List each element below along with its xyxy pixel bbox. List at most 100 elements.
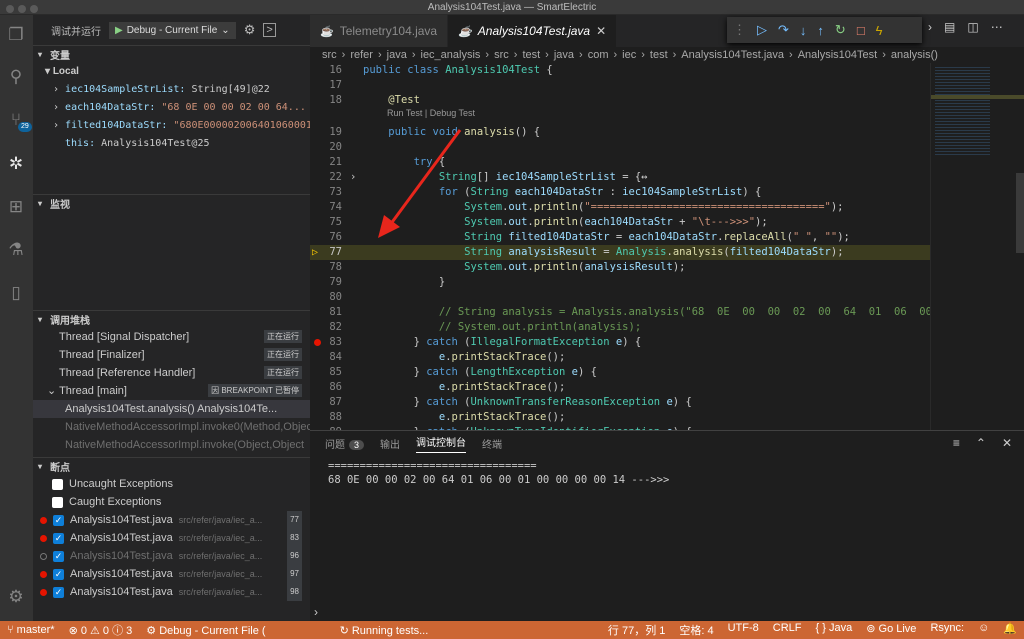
- maximize-panel-icon[interactable]: ⌃: [976, 436, 986, 450]
- tab-debug-console[interactable]: 调试控制台: [416, 434, 467, 453]
- explorer-icon[interactable]: ❐: [4, 23, 28, 47]
- checkbox[interactable]: [52, 496, 63, 508]
- go-live-button[interactable]: ⊚ Go Live: [859, 622, 923, 638]
- code-line[interactable]: 83 } catch (IllegalFormatException e) {: [310, 335, 930, 350]
- breadcrumb-item[interactable]: java: [387, 49, 407, 61]
- callstack-section-header[interactable]: ▾ 调用堆栈: [33, 310, 310, 328]
- thread-item[interactable]: Thread [Reference Handler] 正在运行: [33, 364, 310, 382]
- more-actions-icon[interactable]: ⋯: [991, 20, 1003, 34]
- clear-console-icon[interactable]: ≡: [953, 436, 960, 450]
- tests-status[interactable]: ↻ Running tests...: [333, 624, 436, 637]
- code-line[interactable]: 77 String analysisResult = Analysis.anal…: [310, 245, 930, 260]
- breadcrumb-item[interactable]: test: [650, 49, 668, 61]
- checkbox[interactable]: [52, 478, 63, 490]
- rsync-status[interactable]: Rsync:: [923, 622, 971, 638]
- codelens-run-debug[interactable]: Run Test | Debug Test: [387, 108, 475, 118]
- tab-output[interactable]: 输出: [380, 436, 400, 451]
- close-icon[interactable]: ✕: [596, 24, 606, 38]
- checkbox[interactable]: ✓: [53, 532, 64, 544]
- fold-chevron-icon[interactable]: ›: [350, 170, 356, 185]
- debug-console-icon[interactable]: >: [263, 23, 276, 37]
- debug-icon[interactable]: ✲: [4, 152, 28, 176]
- code-line[interactable]: 84 e.printStackTrace();: [310, 350, 930, 365]
- stack-frame[interactable]: NativeMethodAccessorImpl.invoke0(Method,…: [33, 418, 310, 436]
- chevron-right-icon[interactable]: ›: [53, 102, 65, 113]
- checkbox[interactable]: ✓: [53, 586, 64, 598]
- thread-item[interactable]: Thread [Finalizer] 正在运行: [33, 346, 310, 364]
- tab-terminal[interactable]: 终端: [482, 436, 502, 451]
- variable-item[interactable]: this: Analysis104Test@25: [33, 135, 310, 153]
- hot-code-replace-icon[interactable]: ϟ: [876, 23, 883, 38]
- code-line[interactable]: 80: [310, 290, 930, 305]
- breakpoint-item[interactable]: ✓ Analysis104Test.java src/refer/java/iec_…: [33, 511, 310, 529]
- code-line[interactable]: 81 // String analysis = Analysis.analysi…: [310, 305, 930, 320]
- breakpoint-item[interactable]: ✓ Analysis104Test.java src/refer/java/iec_…: [33, 547, 310, 565]
- breadcrumb-item[interactable]: Analysis104Test.java: [681, 49, 784, 61]
- caught-exceptions-item[interactable]: Caught Exceptions: [33, 493, 310, 511]
- source-control-icon[interactable]: ⑂ 29: [4, 108, 32, 132]
- code-line[interactable]: 18 @Test: [310, 93, 930, 108]
- chevron-right-icon[interactable]: ›: [53, 120, 65, 131]
- code-line[interactable]: 17: [310, 78, 930, 93]
- breadcrumb-item[interactable]: Analysis104Test: [798, 49, 878, 61]
- split-editor-icon[interactable]: ◫: [967, 20, 978, 34]
- stack-frame[interactable]: Analysis104Test.analysis() Analysis104Te…: [33, 400, 310, 418]
- code-line[interactable]: 88 e.printStackTrace();: [310, 410, 930, 425]
- step-out-icon[interactable]: ↑: [817, 23, 824, 38]
- breadcrumb-item[interactable]: java: [554, 49, 574, 61]
- gear-icon[interactable]: ⚙: [4, 585, 28, 609]
- breadcrumb-item[interactable]: analysis(): [891, 49, 938, 61]
- thread-item[interactable]: ⌄ Thread [main] 因 BREAKPOINT 已暂停: [33, 382, 310, 400]
- breakpoint-item[interactable]: ✓ Analysis104Test.java src/refer/java/iec_…: [33, 583, 310, 601]
- drag-handle-icon[interactable]: ⋮: [733, 22, 746, 38]
- stack-frame[interactable]: NativeMethodAccessorImpl.invoke(Object,O…: [33, 436, 310, 454]
- uncaught-exceptions-item[interactable]: Uncaught Exceptions: [33, 475, 310, 493]
- feedback-icon[interactable]: ☺: [971, 622, 996, 638]
- breadcrumb-item[interactable]: com: [588, 49, 609, 61]
- line-ending[interactable]: CRLF: [766, 622, 809, 638]
- breakpoint-item[interactable]: ✓ Analysis104Test.java src/refer/java/iec_…: [33, 529, 310, 547]
- search-icon[interactable]: ⚲: [4, 65, 28, 89]
- code-line[interactable]: 87 } catch (UnknownTransferReasonExcepti…: [310, 395, 930, 410]
- indentation[interactable]: 空格: 4: [672, 622, 720, 638]
- code-line[interactable]: 16 public class Analysis104Test {: [310, 63, 930, 78]
- code-line[interactable]: 86 e.printStackTrace();: [310, 380, 930, 395]
- gear-icon[interactable]: ⚙: [244, 22, 256, 38]
- debug-config-select[interactable]: ▶ Debug - Current File ⌄: [109, 21, 236, 39]
- breadcrumb-item[interactable]: src: [322, 49, 337, 61]
- tab-problems[interactable]: 问题 3: [325, 436, 365, 451]
- breakpoint-item[interactable]: ✓ Analysis104Test.java src/refer/java/iec_…: [33, 565, 310, 583]
- debug-config-status[interactable]: ⚙ Debug - Current File (: [139, 624, 272, 637]
- local-scope[interactable]: ▾ Local: [33, 63, 310, 81]
- extensions-icon[interactable]: ⊞: [4, 195, 28, 219]
- breadcrumb-item[interactable]: test: [522, 49, 540, 61]
- step-over-icon[interactable]: ↷: [778, 22, 789, 38]
- testing-icon[interactable]: ⚗: [4, 238, 28, 262]
- variables-section-header[interactable]: ▾ 变量: [33, 45, 310, 63]
- stop-icon[interactable]: □: [857, 23, 865, 38]
- open-preview-icon[interactable]: ▤: [944, 20, 955, 34]
- continue-icon[interactable]: ▷: [757, 22, 767, 38]
- code-editor[interactable]: 16 public class Analysis104Test {17 18 @Te…: [310, 63, 930, 430]
- tab-analysis104test[interactable]: ☕ Analysis104Test.java ✕: [448, 15, 618, 47]
- minimap[interactable]: [930, 63, 1024, 430]
- run-icon[interactable]: ›: [928, 20, 932, 34]
- restart-icon[interactable]: ↻: [835, 22, 846, 38]
- cursor-position[interactable]: 行 77，列 1: [601, 622, 672, 638]
- breadcrumb-item[interactable]: iec: [622, 49, 636, 61]
- breadcrumb-item[interactable]: refer: [350, 49, 373, 61]
- thread-item[interactable]: Thread [Signal Dispatcher] 正在运行: [33, 328, 310, 346]
- notifications-icon[interactable]: 🔔: [996, 622, 1024, 638]
- variable-item[interactable]: › iec104SampleStrList: String[49]@22: [33, 81, 310, 99]
- code-line[interactable]: 79 }: [310, 275, 930, 290]
- language-mode[interactable]: { } Java: [809, 622, 860, 638]
- problems-indicator[interactable]: ⊗ 0 ⚠ 0 ⓘ 3: [62, 622, 140, 638]
- breakpoints-section-header[interactable]: ▾ 断点: [33, 457, 310, 475]
- variable-item[interactable]: › filted104DataStr: "680E000002006401060…: [33, 117, 310, 135]
- branch-indicator[interactable]: ⑂ master*: [0, 624, 62, 636]
- step-into-icon[interactable]: ↓: [800, 23, 807, 38]
- scrollbar[interactable]: [1016, 173, 1024, 253]
- chevron-right-icon[interactable]: ›: [53, 84, 65, 95]
- breadcrumb-item[interactable]: iec_analysis: [421, 49, 481, 61]
- console-prompt-icon[interactable]: ›: [314, 605, 318, 619]
